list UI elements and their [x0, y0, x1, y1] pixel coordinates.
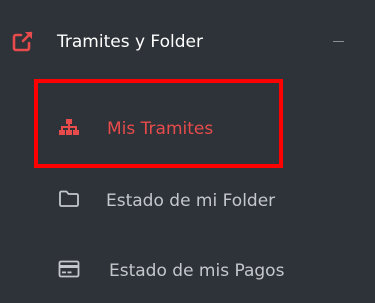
sidebar-section-tramites-folder[interactable]: Tramites y Folder	[0, 0, 375, 86]
sidebar-item-label: Estado de mi Folder	[106, 191, 276, 211]
folder-icon	[58, 188, 80, 210]
sitemap-icon	[58, 117, 80, 139]
minus-icon[interactable]	[333, 41, 344, 42]
sidebar-item-label: Mis Tramites	[107, 119, 214, 139]
sidebar-item-estado-folder[interactable]: Estado de mi Folder	[0, 172, 375, 232]
sidebar-item-estado-pagos[interactable]: Estado de mis Pagos	[0, 242, 375, 302]
credit-card-icon	[58, 258, 80, 280]
sidebar-item-mis-tramites[interactable]: Mis Tramites	[0, 82, 375, 142]
sidebar-section-label: Tramites y Folder	[57, 32, 203, 52]
external-link-icon	[12, 30, 34, 52]
sidebar-item-label: Estado de mis Pagos	[109, 261, 285, 281]
